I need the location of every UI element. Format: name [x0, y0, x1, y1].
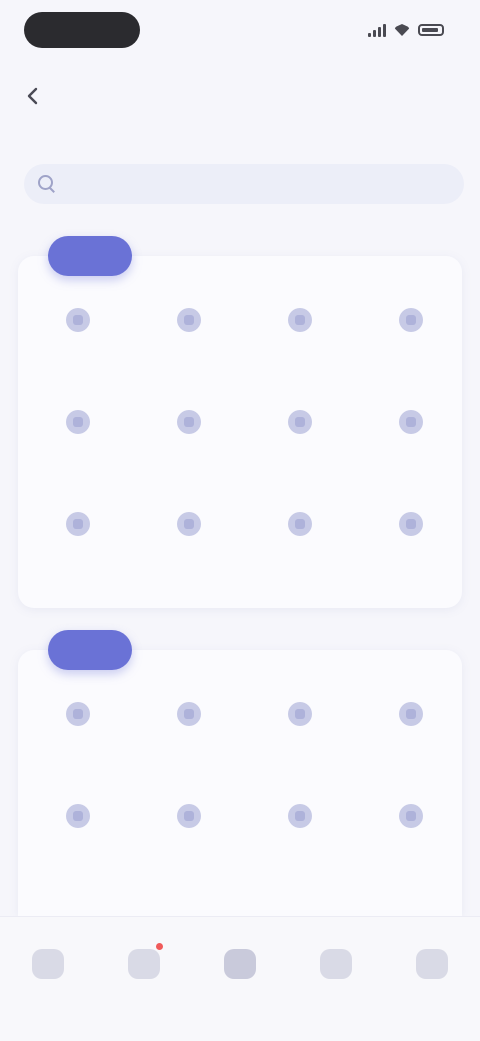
- status-bar: [0, 0, 480, 64]
- grid-item[interactable]: [240, 784, 351, 886]
- section-title-pill: [48, 236, 132, 276]
- app-grid: [18, 682, 462, 886]
- app-icon: [288, 410, 312, 434]
- grid-item[interactable]: [351, 288, 462, 390]
- app-icon: [288, 512, 312, 536]
- grid-item[interactable]: [129, 288, 240, 390]
- contacts-icon: [320, 949, 352, 979]
- section-apps-2: [18, 630, 462, 916]
- app-icon: [399, 410, 423, 434]
- grid-item[interactable]: [129, 492, 240, 594]
- app-icon: [399, 308, 423, 332]
- grid-item[interactable]: [18, 492, 129, 594]
- app-icon: [399, 512, 423, 536]
- tab-messages[interactable]: [96, 917, 192, 1041]
- tab-apps[interactable]: [192, 917, 288, 1041]
- grid-item[interactable]: [240, 492, 351, 594]
- search-bar[interactable]: [24, 163, 464, 205]
- grid-item[interactable]: [18, 784, 129, 886]
- notification-badge: [156, 943, 163, 950]
- signal-icon: [368, 23, 386, 37]
- section-header: [18, 236, 462, 276]
- app-icon: [66, 308, 90, 332]
- page-title: [120, 82, 360, 110]
- app-icon: [66, 512, 90, 536]
- battery-icon: [418, 24, 444, 36]
- profile-icon: [416, 949, 448, 979]
- tab-contacts[interactable]: [288, 917, 384, 1041]
- apps-icon: [224, 949, 256, 979]
- grid-item[interactable]: [351, 784, 462, 886]
- app-icon: [288, 308, 312, 332]
- wifi-icon: [394, 24, 410, 36]
- chevron-left-icon[interactable]: [22, 84, 42, 108]
- tab-home[interactable]: [0, 917, 96, 1041]
- app-icon: [177, 804, 201, 828]
- grid-item[interactable]: [351, 390, 462, 492]
- app-icon: [288, 804, 312, 828]
- search-icon: [38, 175, 56, 193]
- grid-item[interactable]: [240, 288, 351, 390]
- status-time: [24, 12, 140, 48]
- section-header: [18, 630, 462, 670]
- grid-item[interactable]: [351, 492, 462, 594]
- app-icon: [177, 512, 201, 536]
- tab-profile[interactable]: [384, 917, 480, 1041]
- app-grid: [18, 288, 462, 594]
- home-icon: [32, 949, 64, 979]
- tab-bar: [0, 916, 480, 1041]
- app-icon: [177, 308, 201, 332]
- app-icon: [288, 702, 312, 726]
- app-icon: [177, 702, 201, 726]
- app-icon: [66, 410, 90, 434]
- grid-item[interactable]: [18, 390, 129, 492]
- grid-item[interactable]: [129, 784, 240, 886]
- grid-item[interactable]: [18, 682, 129, 784]
- app-icon: [66, 702, 90, 726]
- grid-item[interactable]: [240, 390, 351, 492]
- nav-bar: [0, 64, 480, 128]
- search-input[interactable]: [66, 163, 464, 205]
- section-title-pill: [48, 630, 132, 670]
- grid-item[interactable]: [18, 288, 129, 390]
- app-icon: [399, 702, 423, 726]
- app-icon: [177, 410, 201, 434]
- message-icon: [128, 949, 160, 979]
- grid-item[interactable]: [351, 682, 462, 784]
- grid-item[interactable]: [129, 682, 240, 784]
- status-indicators: [348, 20, 444, 40]
- grid-item[interactable]: [240, 682, 351, 784]
- app-icon: [66, 804, 90, 828]
- app-icon: [399, 804, 423, 828]
- grid-item[interactable]: [129, 390, 240, 492]
- section-apps-1: [18, 236, 462, 608]
